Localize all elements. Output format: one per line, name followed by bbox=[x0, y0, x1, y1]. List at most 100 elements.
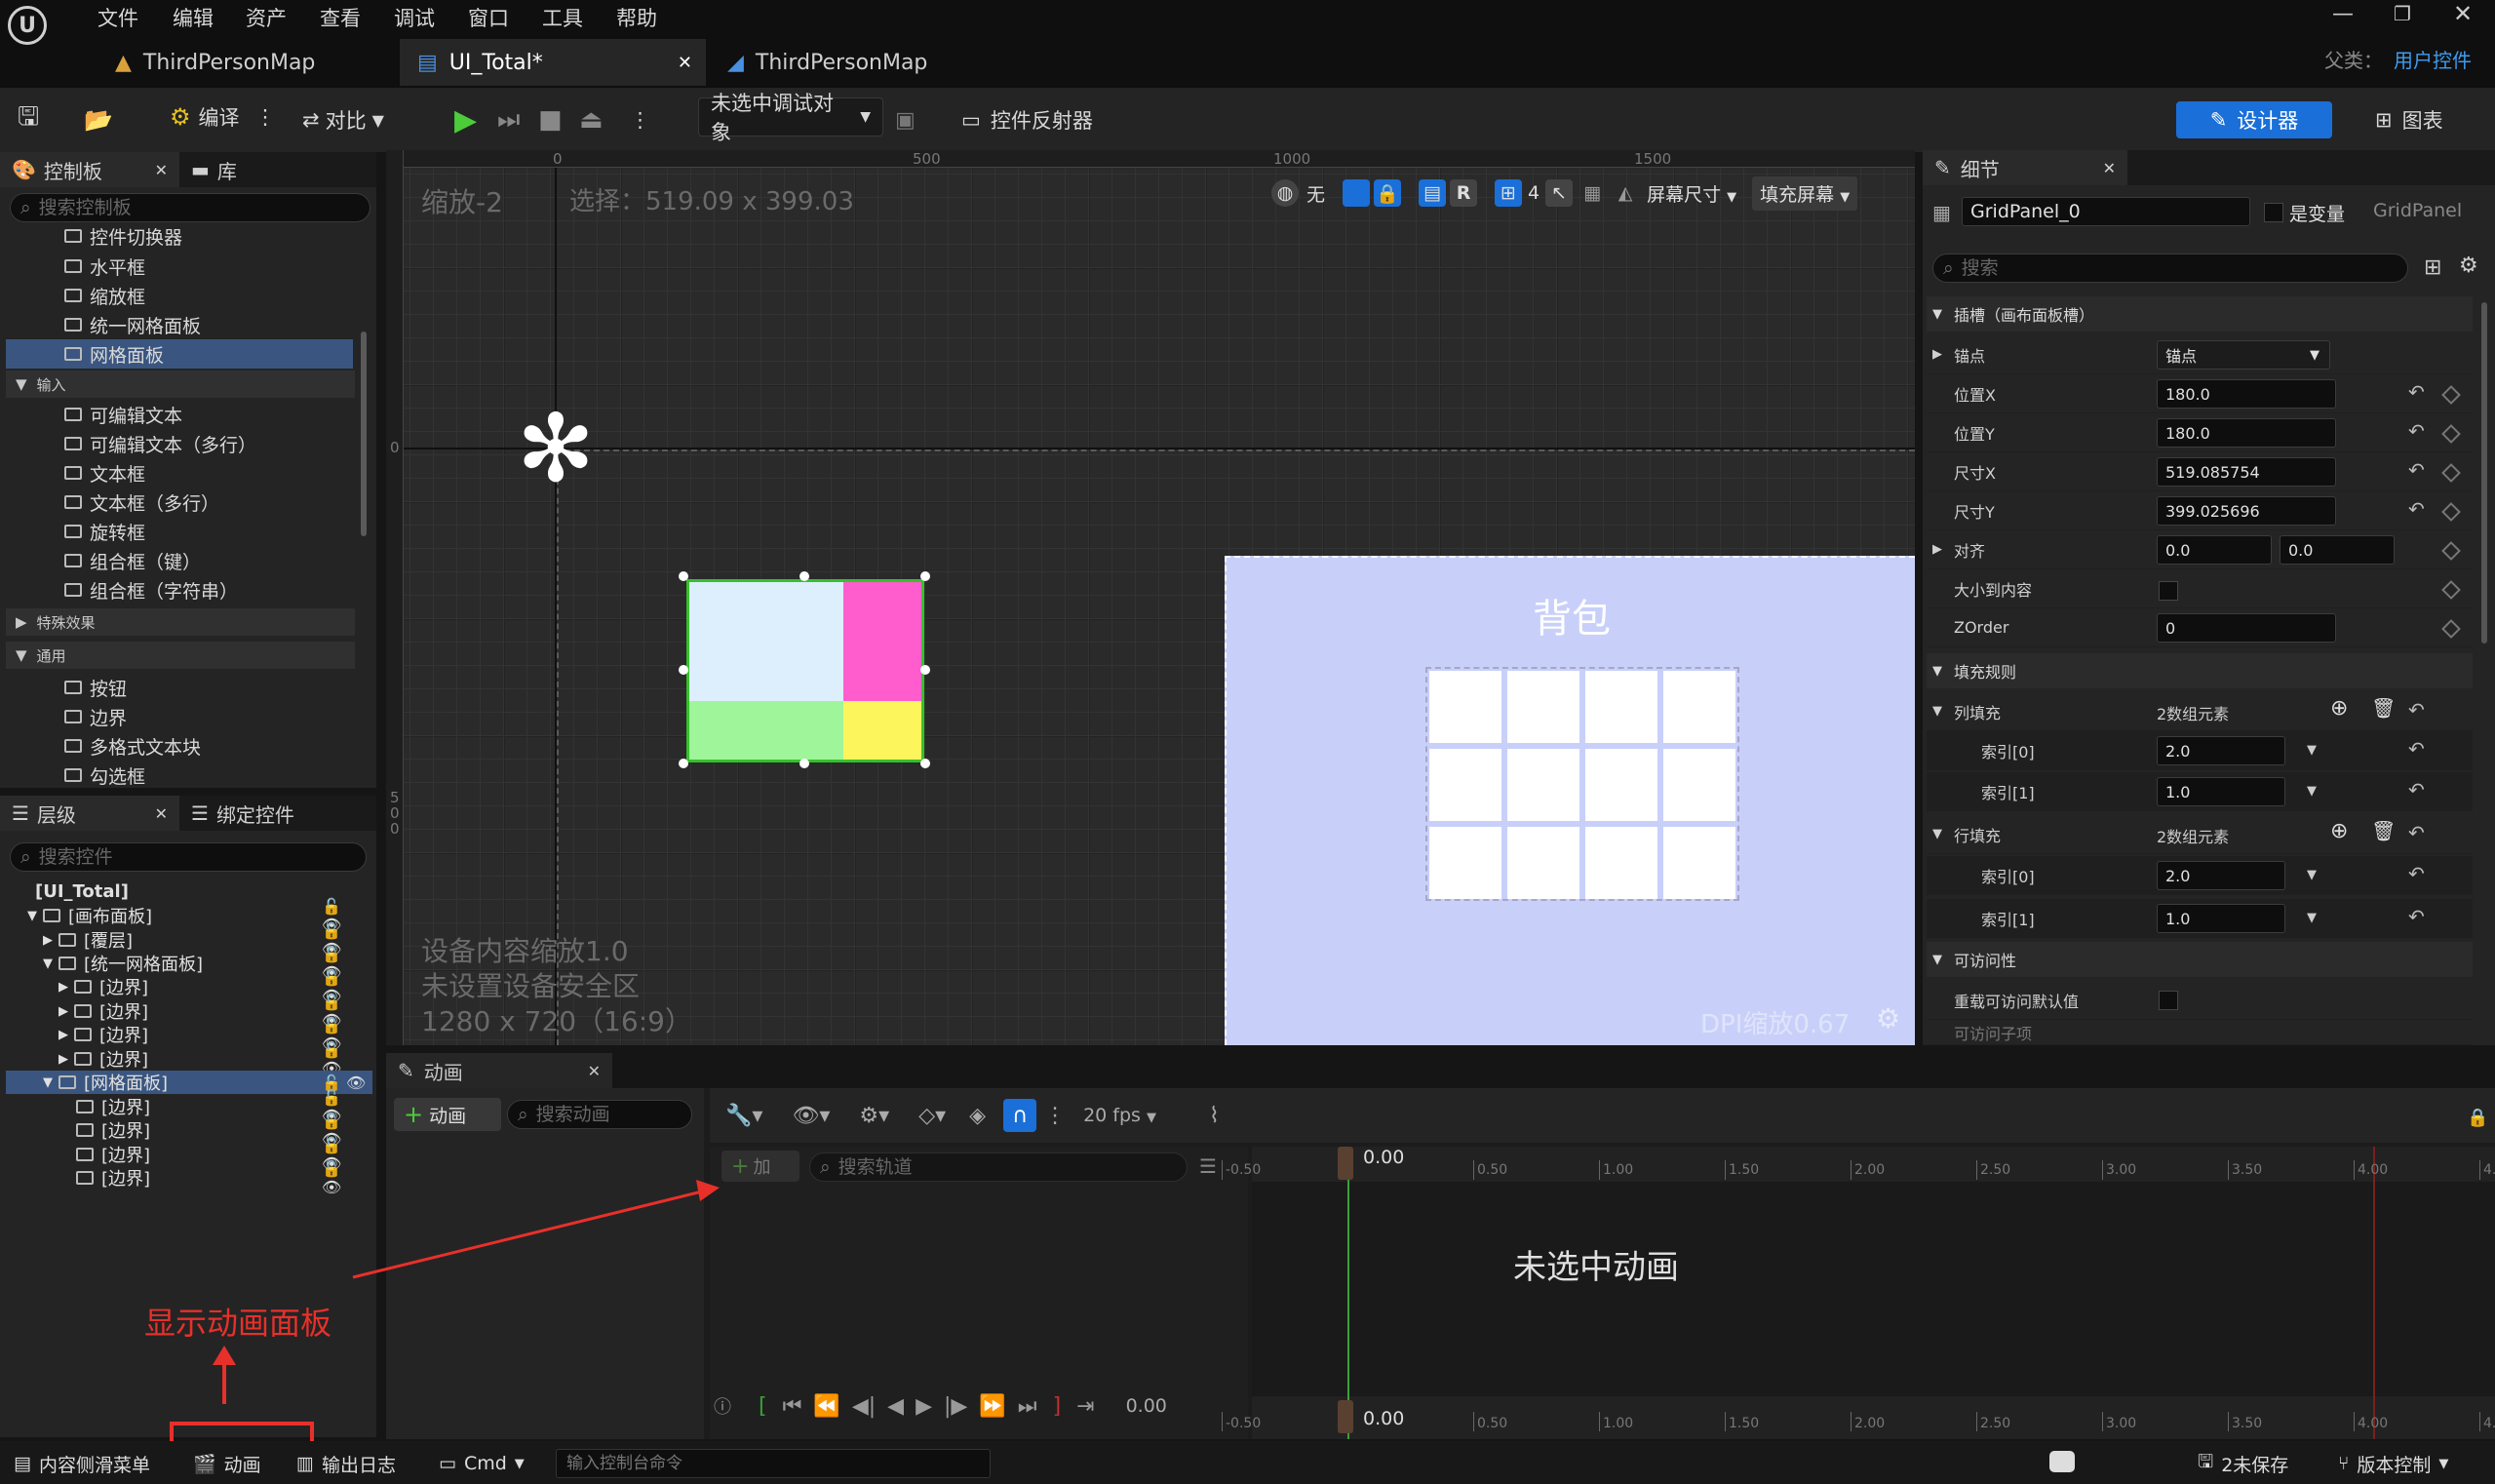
palette-item[interactable]: 边界 bbox=[64, 702, 127, 731]
compile-button[interactable]: ⚙ 编译 ⋮ bbox=[158, 98, 288, 137]
tab-bind-widgets[interactable]: ☰ 绑定控件 bbox=[179, 796, 306, 831]
snap-options-icon[interactable]: ⋮ bbox=[1044, 1104, 1066, 1128]
section-slot[interactable]: ▼ 插槽（画布面板槽） bbox=[1927, 296, 2473, 332]
zorder-input[interactable]: 0 bbox=[2157, 613, 2336, 643]
playhead-handle-bottom[interactable] bbox=[1338, 1400, 1353, 1433]
slot[interactable] bbox=[1507, 671, 1579, 743]
reset-icon[interactable]: ↶ bbox=[2408, 862, 2425, 885]
track-search[interactable]: ⌕ bbox=[809, 1152, 1188, 1182]
animation-search[interactable]: ⌕ bbox=[507, 1100, 692, 1129]
palette-item[interactable]: 旋转框 bbox=[64, 517, 145, 546]
menu-debug[interactable]: 调试 bbox=[394, 3, 435, 32]
track-search-input[interactable] bbox=[838, 1156, 1132, 1178]
size-x-input[interactable]: 519.085754 bbox=[2157, 457, 2336, 487]
tree-row[interactable]: [边界] 🔓 👁 bbox=[76, 1159, 341, 1196]
slot[interactable] bbox=[1429, 827, 1501, 899]
palette-item[interactable]: 缩放框 bbox=[64, 281, 145, 310]
prev-key-icon[interactable]: ⏪ bbox=[813, 1394, 839, 1419]
localization-none[interactable]: 无 bbox=[1306, 180, 1325, 207]
reset-icon[interactable]: ↶ bbox=[2408, 778, 2425, 801]
grid-cell-1[interactable] bbox=[843, 582, 921, 701]
reset-icon[interactable]: ↶ bbox=[2408, 698, 2425, 722]
is-variable-checkbox[interactable] bbox=[2264, 203, 2283, 222]
resize-handle[interactable] bbox=[679, 571, 688, 581]
category-input[interactable]: ▼ 输入 bbox=[6, 371, 355, 398]
console-input[interactable] bbox=[556, 1449, 991, 1478]
lock-eye-icons[interactable]: 🔓 👁 bbox=[322, 1159, 341, 1196]
curve-editor-icon[interactable]: ⌇ bbox=[1209, 1104, 1220, 1128]
column-0-input[interactable]: 2.0 bbox=[2157, 736, 2285, 765]
jump-end-icon[interactable]: ⏭ bbox=[1018, 1394, 1037, 1419]
resize-handle[interactable] bbox=[679, 665, 688, 675]
category-common[interactable]: ▼ 通用 bbox=[6, 642, 355, 669]
slot[interactable] bbox=[1429, 749, 1501, 821]
browse-button[interactable]: 📂 bbox=[84, 98, 113, 142]
tab-thirdpersonmap-2[interactable]: ◢ ThirdPersonMap bbox=[710, 39, 1012, 86]
alignment-x-input[interactable]: 0.0 bbox=[2157, 535, 2272, 565]
reset-icon[interactable]: ↶ bbox=[2408, 737, 2425, 761]
menu-tools[interactable]: 工具 bbox=[542, 3, 583, 32]
globe-icon[interactable]: ◍ bbox=[1271, 179, 1299, 207]
menu-file[interactable]: 文件 bbox=[97, 3, 138, 32]
pos-y-input[interactable]: 180.0 bbox=[2157, 418, 2336, 448]
menu-view[interactable]: 查看 bbox=[320, 3, 361, 32]
palette-item[interactable]: 统一网格面板 bbox=[64, 310, 201, 339]
details-search-input[interactable] bbox=[1961, 257, 2333, 279]
menu-edit[interactable]: 编辑 bbox=[173, 3, 214, 32]
chevron-down-icon[interactable]: ▼ bbox=[1932, 704, 1942, 719]
chevron-down-icon[interactable]: ▼ bbox=[2307, 911, 2317, 925]
timeline-area[interactable]: 0.00 0.00 未选中动画 -0.50 -0.50 0.50 0.50 1.00 1.… bbox=[1222, 1147, 2495, 1439]
playback-end-line[interactable] bbox=[2373, 1147, 2375, 1439]
resize-handle[interactable] bbox=[799, 571, 809, 581]
grid-cell-0[interactable] bbox=[689, 582, 843, 701]
delete-icon[interactable]: 🗑 bbox=[2371, 819, 2396, 842]
next-frame-icon[interactable]: |▶ bbox=[944, 1394, 967, 1419]
end-bracket-icon[interactable]: ] bbox=[1053, 1394, 1062, 1419]
slot[interactable] bbox=[1507, 827, 1579, 899]
palette-item[interactable]: 可编辑文本 bbox=[64, 400, 182, 429]
jump-start-icon[interactable]: ⏮ bbox=[783, 1394, 802, 1419]
playhead-handle[interactable] bbox=[1338, 1147, 1353, 1180]
slot[interactable] bbox=[1507, 749, 1579, 821]
auto-size-checkbox[interactable] bbox=[2159, 581, 2178, 601]
play-options-icon[interactable]: ⋮ bbox=[630, 98, 650, 142]
console-input-field[interactable] bbox=[566, 1454, 990, 1473]
content-drawer-button[interactable]: ▤ 内容侧滑菜单 bbox=[14, 1449, 150, 1478]
menu-help[interactable]: 帮助 bbox=[616, 3, 657, 32]
settings-gear-icon[interactable]: ⚙ bbox=[2459, 254, 2478, 278]
alignment-y-input[interactable]: 0.0 bbox=[2280, 535, 2395, 565]
key-add-icon[interactable]: ◈ bbox=[969, 1104, 986, 1128]
slot[interactable] bbox=[1663, 749, 1735, 821]
tree-row[interactable]: ▼ [统一网格面板] 🔓 👁 bbox=[43, 945, 341, 982]
reset-icon[interactable]: ↶ bbox=[2408, 380, 2425, 404]
tab-library[interactable]: ▬ 库 bbox=[179, 152, 249, 187]
notification-icon[interactable] bbox=[2049, 1451, 2075, 1472]
info-icon[interactable]: ⓘ bbox=[714, 1393, 731, 1419]
minimize-icon[interactable]: — bbox=[2332, 2, 2354, 26]
palette-item[interactable]: 组合框（键） bbox=[64, 546, 201, 575]
palette-search[interactable]: ⌕ bbox=[10, 193, 370, 222]
row-0-input[interactable]: 2.0 bbox=[2157, 861, 2285, 890]
palette-item[interactable]: 组合框（字符串） bbox=[64, 575, 238, 605]
respect-lock-icon[interactable]: ▤ bbox=[1419, 179, 1447, 207]
tab-close-icon[interactable]: ✕ bbox=[588, 1062, 601, 1080]
screen-size-dropdown[interactable]: 屏幕尺寸 ▼ bbox=[1647, 180, 1736, 207]
reverse-play-icon[interactable]: ◀ bbox=[887, 1394, 904, 1419]
cursor-icon[interactable]: ↖ bbox=[1545, 179, 1574, 207]
tab-ui-total[interactable]: ▤ UI_Total* ✕ bbox=[400, 39, 706, 86]
eye-icon[interactable]: 👁▾ bbox=[792, 1104, 830, 1128]
more-icon[interactable]: ⋮ bbox=[255, 105, 276, 129]
grid-size[interactable]: 4 bbox=[1528, 182, 1540, 204]
stop-button[interactable]: ■ bbox=[538, 98, 563, 142]
tree-row[interactable]: ▶ [覆层] 🔓 👁 bbox=[43, 921, 341, 958]
tree-row-root[interactable]: [UI_Total] bbox=[35, 879, 129, 903]
palette-item[interactable]: 文本框 bbox=[64, 458, 145, 488]
slot[interactable] bbox=[1585, 749, 1657, 821]
chevron-down-icon[interactable]: ▼ bbox=[1932, 827, 1942, 841]
row-1-input[interactable]: 1.0 bbox=[2157, 904, 2285, 933]
palette-item[interactable]: 可编辑文本（多行） bbox=[64, 429, 256, 458]
table-view-icon[interactable]: ⊞ bbox=[2424, 255, 2441, 280]
resize-handle[interactable] bbox=[920, 665, 930, 675]
restore-icon[interactable]: ❐ bbox=[2394, 2, 2411, 25]
section-fill-rules[interactable]: ▼ 填充规则 bbox=[1927, 653, 2473, 688]
